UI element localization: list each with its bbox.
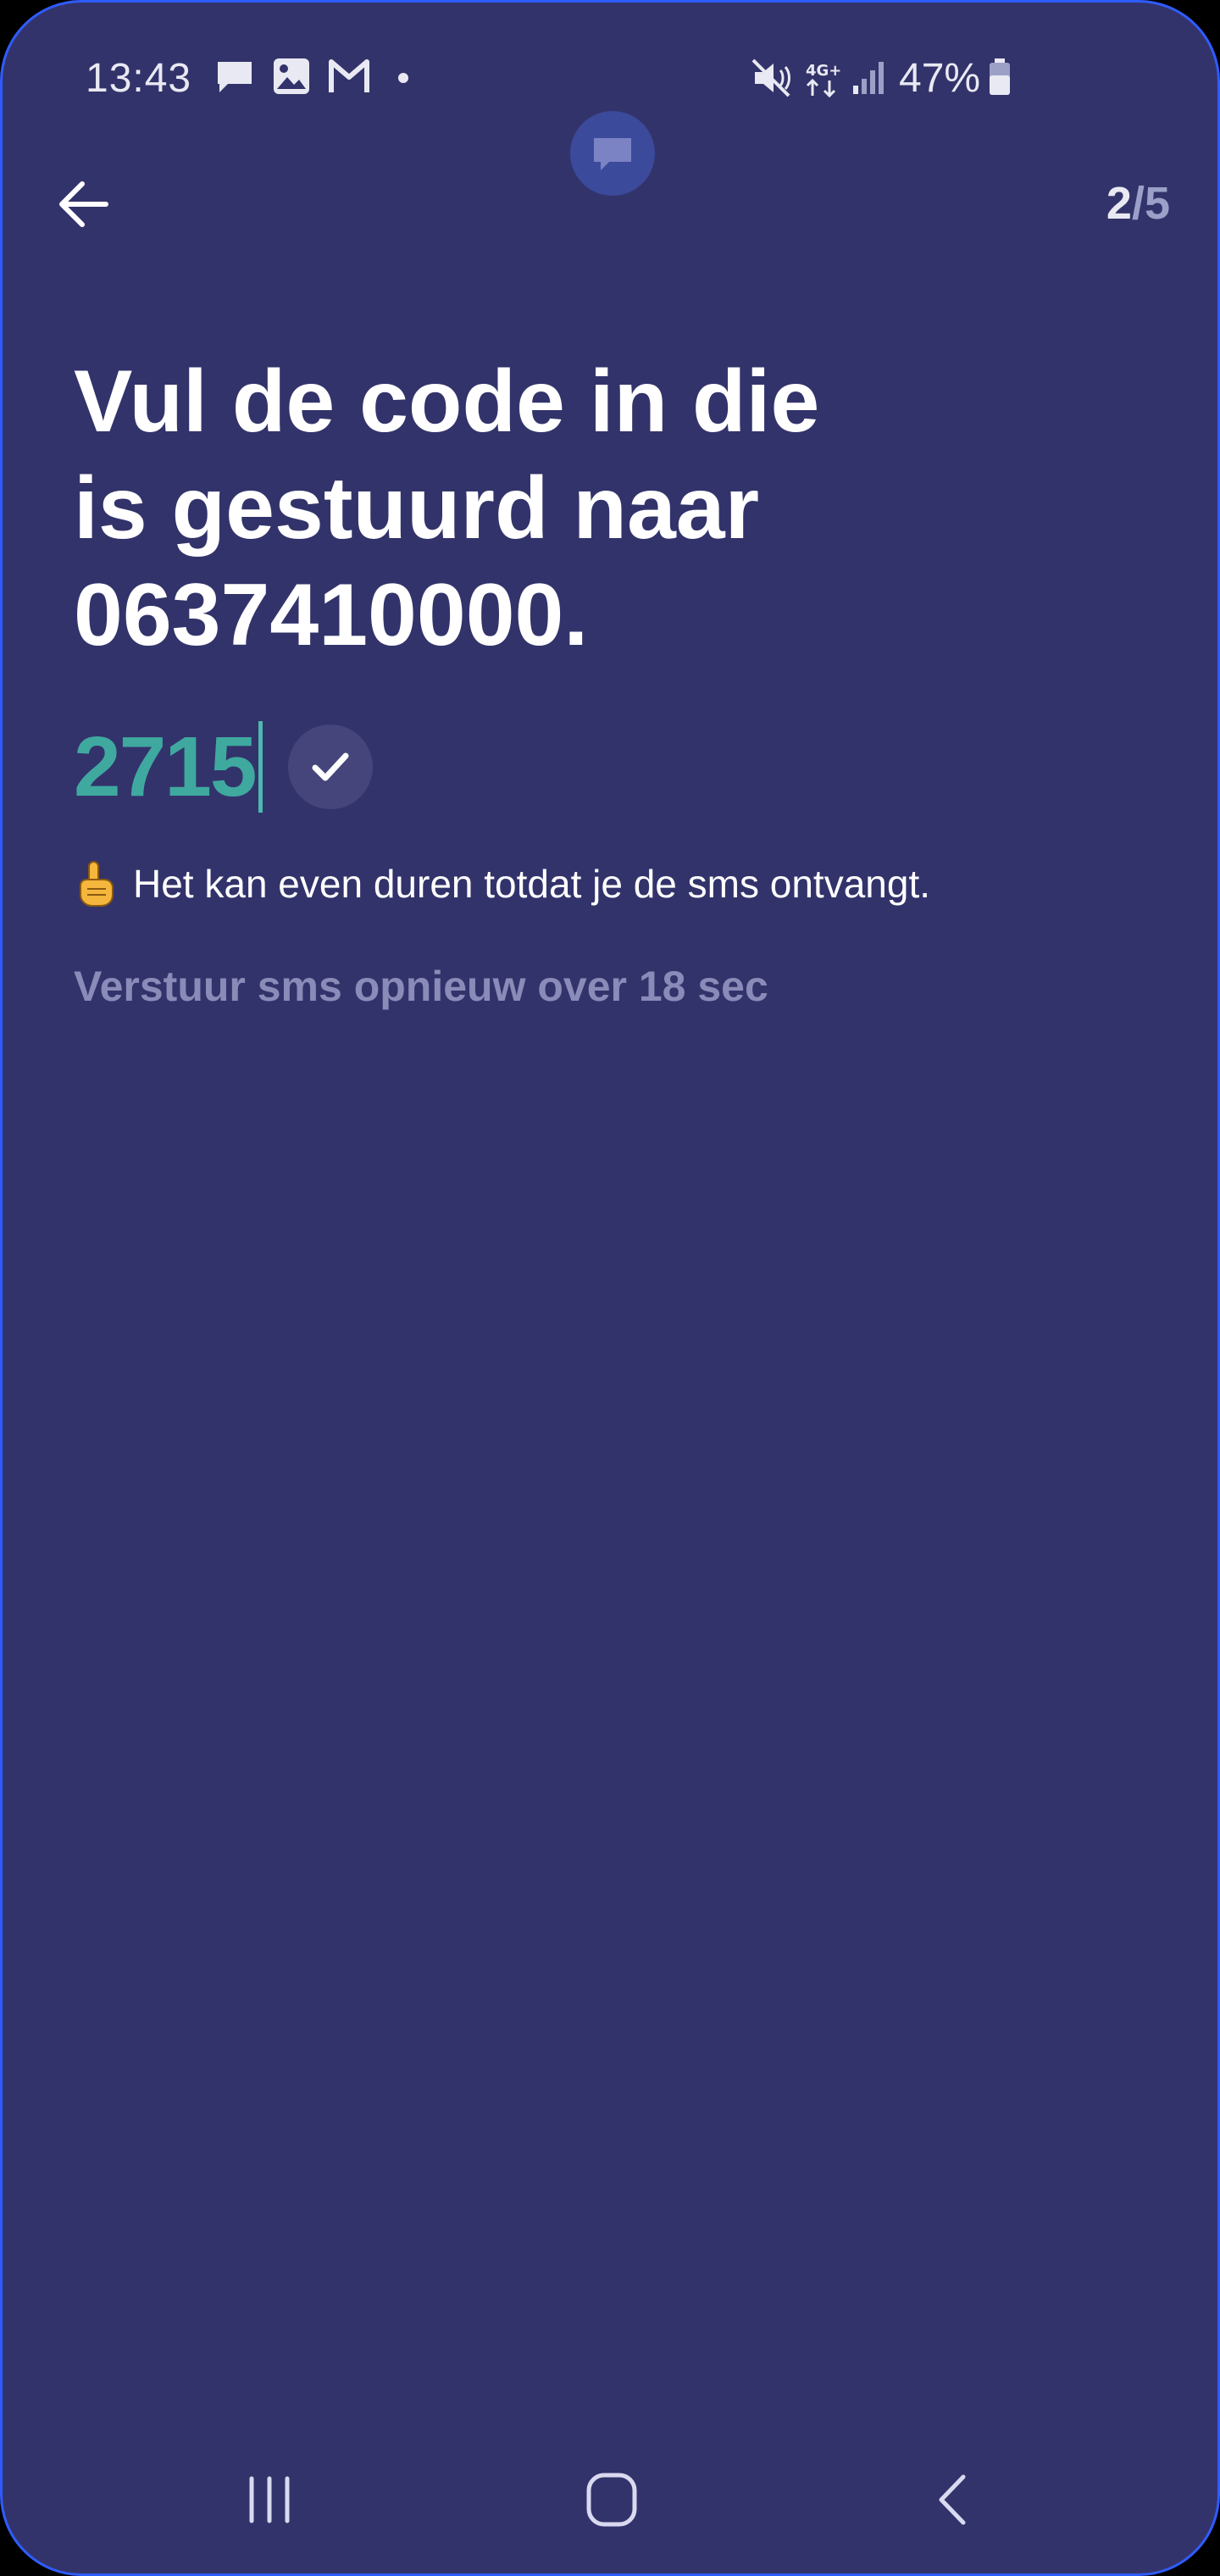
signal-icon [850,57,887,102]
network-4g-icon: 4G+ [804,60,843,103]
back-button[interactable] [53,172,118,236]
checkmark-icon [312,752,349,781]
system-nav-bar [3,2438,1217,2573]
recent-apps-icon [249,2476,290,2523]
home-icon [586,2473,637,2527]
verification-code-input[interactable]: 2715 [74,716,257,818]
system-back-button[interactable] [914,2462,990,2538]
phone-screen: 13:43 4G+ 47% 2/5 Vul de code in die is … [0,0,1220,2576]
home-button[interactable] [574,2462,650,2538]
resend-sms-countdown: Verstuur sms opnieuw over 18 sec [74,963,768,1010]
page-title: Vul de code in die is gestuurd naar 0637… [74,348,1090,669]
pointing-finger-icon [74,860,118,908]
step-total: 5 [1144,178,1170,229]
dot-icon [397,72,409,88]
step-indicator: 2/5 [1106,177,1170,230]
network-label: 4G+ [806,62,841,80]
battery-percentage: 47% [899,56,981,101]
hint-text: Het kan even duren totdat je de sms ontv… [133,862,931,906]
mute-icon [750,57,792,103]
title-line-1: Vul de code in die [74,353,820,451]
code-input-row: 2715 [74,716,374,818]
sms-hint: Het kan even duren totdat je de sms ontv… [74,860,930,908]
chat-bubble-icon [594,138,631,170]
image-icon [272,57,311,100]
gmail-icon [328,57,370,100]
recent-apps-button[interactable] [231,2462,308,2538]
title-line-3: 0637410000. [74,566,589,664]
battery-icon [987,57,1012,102]
text-caret [258,721,263,813]
step-current: 2 [1106,178,1132,229]
status-time: 13:43 [86,56,192,101]
arrow-left-icon [59,181,108,227]
title-line-2: is gestuurd naar [74,459,760,558]
chevron-left-icon [939,2474,966,2525]
step-separator: / [1131,178,1145,229]
sms-notification-bubble [570,111,655,196]
message-icon [214,57,255,102]
code-valid-badge [288,724,374,809]
